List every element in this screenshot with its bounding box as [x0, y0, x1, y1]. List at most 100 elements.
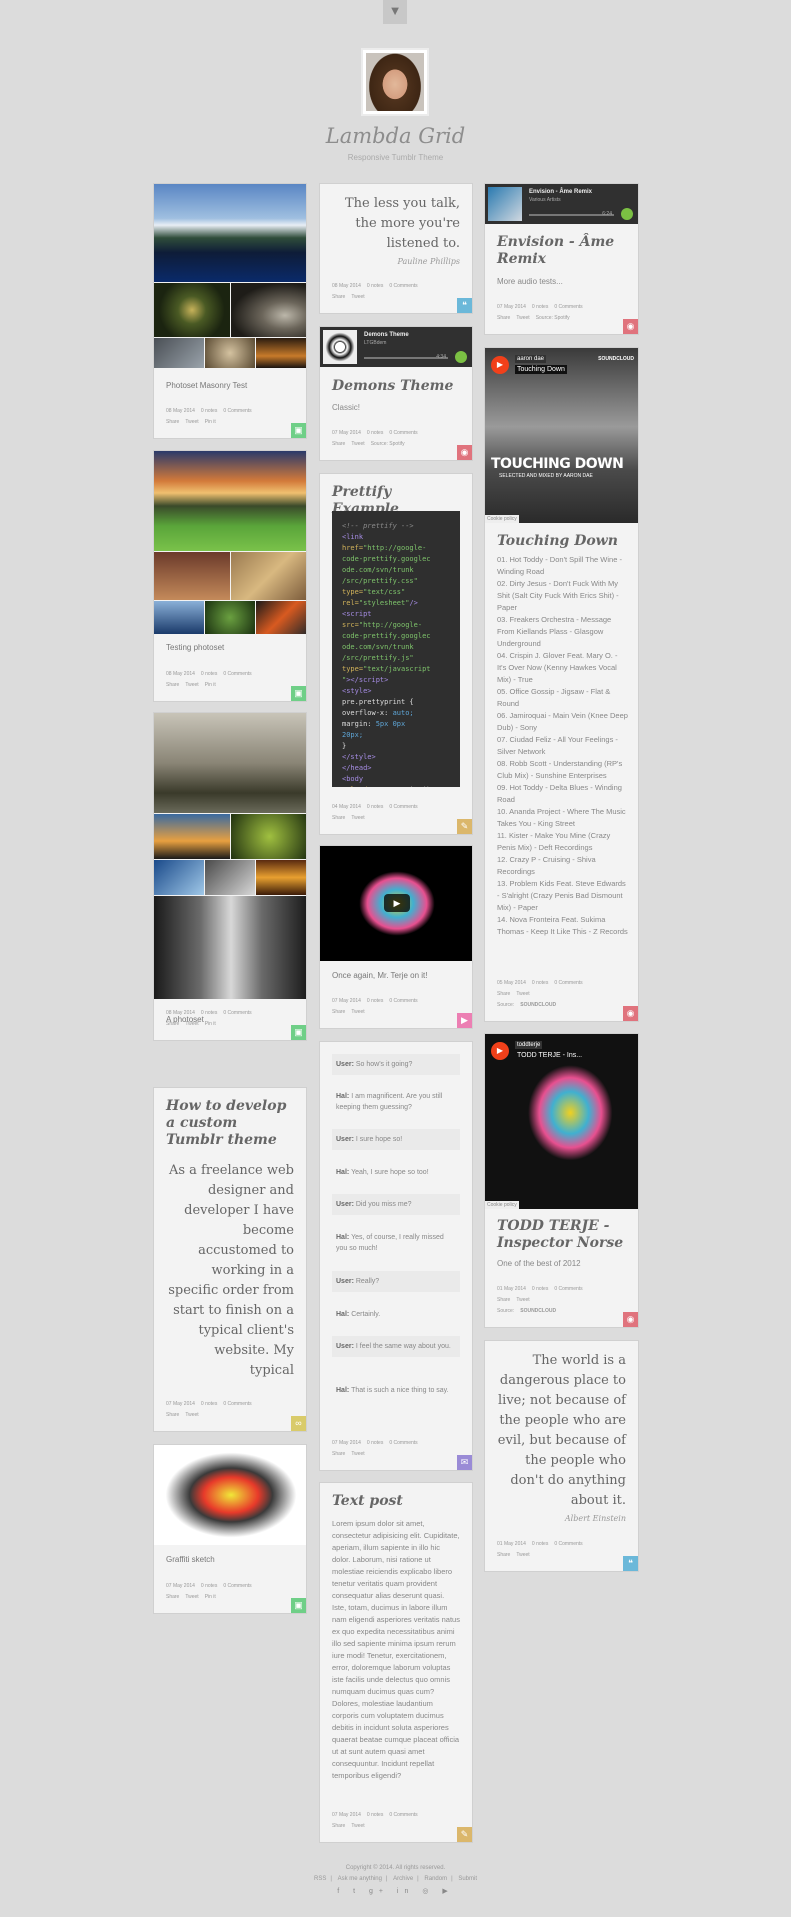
post-notes[interactable]: 0 notes: [532, 980, 548, 986]
post-comments[interactable]: 0 Comments: [223, 1401, 251, 1407]
post-notes[interactable]: 0 notes: [532, 1541, 548, 1547]
post-notes[interactable]: 0 notes: [201, 671, 217, 677]
post-date[interactable]: 01 May 2014: [497, 1286, 526, 1292]
quote-type-icon[interactable]: ❝: [623, 1556, 638, 1571]
post-date[interactable]: 05 May 2014: [497, 980, 526, 986]
sc-track[interactable]: TODD TERJE - Ins...: [515, 1051, 585, 1060]
quote-type-icon[interactable]: ❝: [457, 298, 472, 313]
photo-misty-forest[interactable]: [154, 713, 306, 813]
share-link[interactable]: Share: [332, 441, 345, 447]
share-link[interactable]: Share: [166, 1412, 179, 1418]
post-notes[interactable]: 0 notes: [201, 1401, 217, 1407]
post-comments[interactable]: 0 Comments: [554, 1286, 582, 1292]
share-link[interactable]: Share: [497, 1552, 510, 1558]
post-notes[interactable]: 0 notes: [367, 1440, 383, 1446]
post-date[interactable]: 07 May 2014: [332, 1812, 361, 1818]
sc-user[interactable]: aaron dae: [515, 355, 547, 363]
photo-sunset-field[interactable]: [154, 451, 306, 551]
play-icon[interactable]: ▶: [491, 356, 509, 374]
post-comments[interactable]: 0 Comments: [223, 1583, 251, 1589]
post-comments[interactable]: 0 Comments: [389, 1812, 417, 1818]
footer-link-ask[interactable]: Ask me anything: [338, 1876, 382, 1882]
post-date[interactable]: 07 May 2014: [166, 1583, 195, 1589]
share-link[interactable]: Share: [166, 682, 179, 688]
spotify-icon[interactable]: [455, 351, 467, 363]
post-title[interactable]: How to develop a custom Tumblr theme: [166, 1098, 294, 1149]
share-link[interactable]: Share: [497, 991, 510, 997]
tweet-link[interactable]: Tweet: [185, 1021, 198, 1027]
post-notes[interactable]: 0 notes: [367, 283, 383, 289]
photo-type-icon[interactable]: ▣: [291, 686, 306, 701]
post-notes[interactable]: 0 notes: [532, 1286, 548, 1292]
video-type-icon[interactable]: ▶: [457, 1013, 472, 1028]
post-comments[interactable]: 0 Comments: [389, 998, 417, 1004]
soundcloud-link[interactable]: SOUNDCLOUD: [520, 1002, 556, 1008]
post-comments[interactable]: 0 Comments: [223, 671, 251, 677]
tweet-link[interactable]: Tweet: [185, 1594, 198, 1600]
tweet-link[interactable]: Tweet: [185, 682, 198, 688]
audio-type-icon[interactable]: ◉: [623, 1312, 638, 1327]
spotify-player[interactable]: Envision - Âme Remix Various Artists 6:2…: [485, 184, 638, 224]
photo-thumb-9[interactable]: [154, 814, 230, 859]
post-comments[interactable]: 0 Comments: [389, 283, 417, 289]
share-link[interactable]: Share: [166, 1021, 179, 1027]
post-date[interactable]: 08 May 2014: [166, 1010, 195, 1016]
progress-bar[interactable]: [529, 214, 614, 216]
footer-link-rss[interactable]: RSS: [314, 1876, 326, 1882]
photo-owl[interactable]: [231, 283, 306, 337]
post-comments[interactable]: 0 Comments: [554, 304, 582, 310]
photo-tree[interactable]: [154, 283, 230, 337]
pin-link[interactable]: Pin it: [205, 1021, 216, 1027]
photo-thumb-11[interactable]: [154, 860, 204, 895]
tweet-link[interactable]: Tweet: [516, 315, 529, 321]
play-icon[interactable]: ▶: [491, 1042, 509, 1060]
tweet-link[interactable]: Tweet: [516, 1297, 529, 1303]
post-notes[interactable]: 0 notes: [367, 430, 383, 436]
photo-type-icon[interactable]: ▣: [291, 1025, 306, 1040]
photo-graffiti[interactable]: [154, 1445, 306, 1545]
post-date[interactable]: 07 May 2014: [166, 1401, 195, 1407]
photo-thumb-10[interactable]: [231, 814, 306, 859]
post-comments[interactable]: 0 Comments: [389, 1440, 417, 1446]
cookie-policy[interactable]: Cookie policy: [485, 515, 519, 523]
photo-arcade[interactable]: [154, 896, 306, 999]
photo-thumb-5[interactable]: [231, 552, 306, 600]
pin-link[interactable]: Pin it: [205, 419, 216, 425]
post-notes[interactable]: 0 notes: [367, 1812, 383, 1818]
site-title[interactable]: Lambda Grid: [0, 124, 791, 148]
tweet-link[interactable]: Tweet: [351, 1823, 364, 1829]
social-icons[interactable]: f t g+ in ◎ ▶: [0, 1887, 791, 1895]
post-date[interactable]: 07 May 2014: [497, 304, 526, 310]
post-notes[interactable]: 0 notes: [367, 998, 383, 1004]
tweet-link[interactable]: Tweet: [351, 441, 364, 447]
tweet-link[interactable]: Tweet: [185, 419, 198, 425]
post-comments[interactable]: 0 Comments: [389, 804, 417, 810]
source-link[interactable]: Source: Spotify: [371, 441, 405, 447]
photo-thumb-1[interactable]: [154, 338, 204, 368]
tweet-link[interactable]: Tweet: [351, 294, 364, 300]
photo-thumb-6[interactable]: [154, 601, 204, 634]
tweet-link[interactable]: Tweet: [516, 991, 529, 997]
post-title[interactable]: Demons Theme: [332, 378, 460, 395]
post-comments[interactable]: 0 Comments: [554, 980, 582, 986]
post-notes[interactable]: 0 notes: [201, 408, 217, 414]
audio-type-icon[interactable]: ◉: [623, 319, 638, 334]
soundcloud-link[interactable]: SOUNDCLOUD: [520, 1308, 556, 1314]
post-notes[interactable]: 0 notes: [201, 1583, 217, 1589]
post-notes[interactable]: 0 notes: [532, 304, 548, 310]
spotify-player[interactable]: Demons Theme LTGBdem 4:34: [320, 327, 472, 367]
share-link[interactable]: Share: [497, 1297, 510, 1303]
footer-link-random[interactable]: Random: [424, 1876, 447, 1882]
post-notes[interactable]: 0 notes: [367, 804, 383, 810]
tweet-link[interactable]: Tweet: [351, 1009, 364, 1015]
text-type-icon[interactable]: ✎: [457, 819, 472, 834]
spotify-icon[interactable]: [621, 208, 633, 220]
post-date[interactable]: 07 May 2014: [332, 998, 361, 1004]
post-date[interactable]: 08 May 2014: [332, 283, 361, 289]
source-link[interactable]: Source: Spotify: [536, 315, 570, 321]
photo-thumb-7[interactable]: [205, 601, 255, 634]
footer-link-archive[interactable]: Archive: [393, 1876, 413, 1882]
share-link[interactable]: Share: [332, 1823, 345, 1829]
audio-type-icon[interactable]: ◉: [623, 1006, 638, 1021]
photo-thumb-13[interactable]: [256, 860, 306, 895]
